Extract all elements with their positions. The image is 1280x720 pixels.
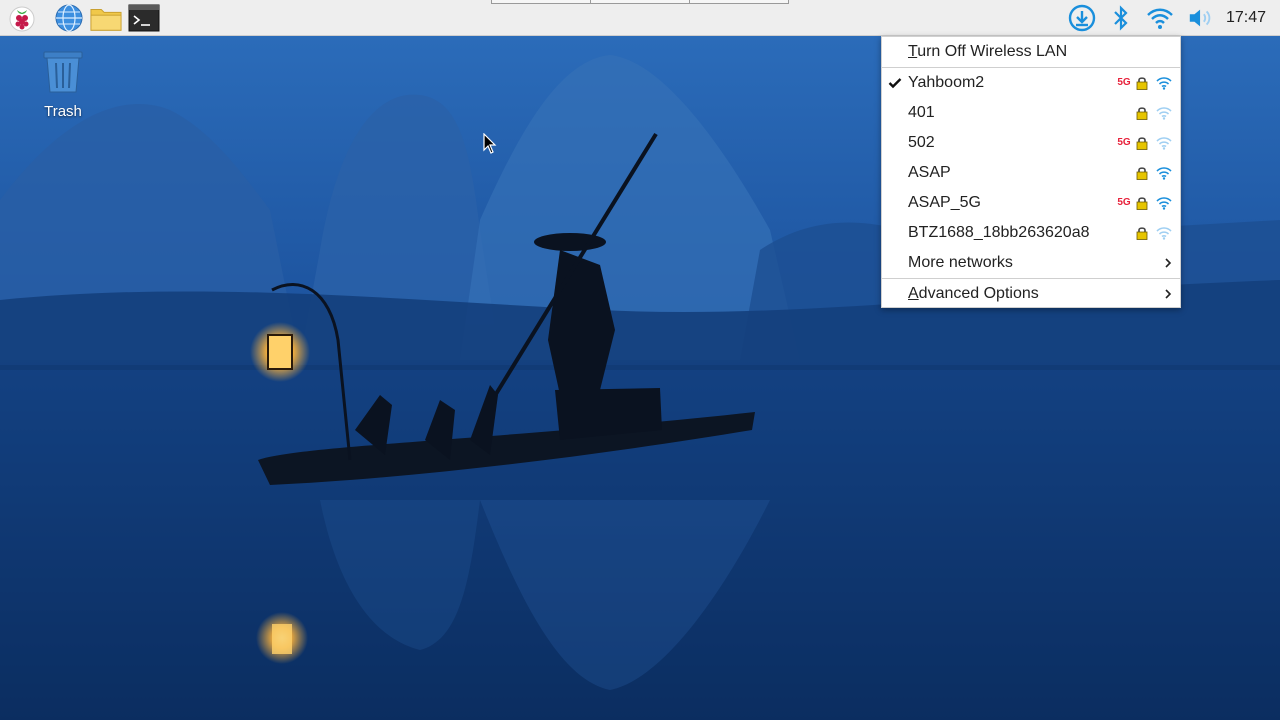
chevron-right-icon (1164, 279, 1172, 309)
advanced-options-item[interactable]: Advanced Options (882, 279, 1180, 309)
lock-icon (1136, 135, 1150, 151)
trash-desktop-icon[interactable]: Trash (30, 48, 96, 120)
bluetooth-icon[interactable] (1107, 4, 1135, 32)
wifi-signal-icon (1156, 165, 1174, 181)
checkmark-icon (888, 68, 904, 98)
lock-icon (1136, 75, 1150, 91)
wifi-signal-icon (1156, 225, 1174, 241)
more-networks-label: More networks (908, 254, 1013, 271)
network-badges: 5G (1114, 188, 1174, 218)
network-item[interactable]: 502 5G (882, 128, 1180, 158)
5g-badge: 5G (1117, 77, 1131, 88)
network-ssid: 502 (908, 134, 935, 151)
network-item[interactable]: ASAP (882, 158, 1180, 188)
taskbar-window-list[interactable] (491, 0, 789, 4)
network-badges: 5G (1114, 128, 1174, 158)
lock-icon (1136, 105, 1150, 121)
raspberry-menu-icon[interactable] (6, 2, 38, 34)
turn-off-wireless-lan-item[interactable]: Turn Off Wireless LAN (882, 37, 1180, 67)
volume-icon[interactable] (1187, 4, 1215, 32)
wifi-signal-icon (1156, 135, 1174, 151)
panel-clock[interactable]: 17:47 (1226, 0, 1266, 36)
5g-badge: 5G (1117, 197, 1131, 208)
lock-icon (1136, 225, 1150, 241)
terminal-icon[interactable] (128, 2, 160, 34)
mouse-cursor-icon (483, 133, 497, 154)
network-item[interactable]: ASAP_5G 5G (882, 188, 1180, 218)
chevron-right-icon (1164, 248, 1172, 278)
wifi-signal-icon (1156, 195, 1174, 211)
network-item[interactable]: 401 (882, 98, 1180, 128)
network-badges (1114, 158, 1174, 188)
wifi-signal-icon (1156, 75, 1174, 91)
network-ssid: BTZ1688_18bb263620a8 (908, 224, 1090, 241)
wifi-signal-icon (1156, 105, 1174, 121)
wifi-icon[interactable] (1146, 4, 1174, 32)
turn-off-accel: T (908, 43, 918, 60)
wifi-network-menu: Turn Off Wireless LAN Yahboom2 5G 401 502 5G… (881, 36, 1181, 308)
web-browser-icon[interactable] (53, 2, 85, 34)
5g-badge: 5G (1117, 137, 1131, 148)
trash-icon (43, 51, 83, 93)
trash-label: Trash (44, 103, 82, 120)
network-badges: 5G (1114, 68, 1174, 98)
network-badges (1114, 98, 1174, 128)
turn-off-label: urn Off Wireless LAN (917, 43, 1068, 60)
file-manager-icon[interactable] (90, 2, 122, 34)
network-item[interactable]: BTZ1688_18bb263620a8 (882, 218, 1180, 248)
network-item[interactable]: Yahboom2 5G (882, 68, 1180, 98)
network-badges (1114, 218, 1174, 248)
top-panel: 17:47 (0, 0, 1280, 36)
more-networks-item[interactable]: More networks (882, 248, 1180, 278)
network-ssid: ASAP (908, 164, 951, 181)
network-ssid: Yahboom2 (908, 74, 985, 91)
download-icon[interactable] (1068, 4, 1096, 32)
network-ssid: ASAP_5G (908, 194, 981, 211)
network-list: Yahboom2 5G 401 502 5G ASAP ASAP_5G 5G BTZ1688_1… (882, 68, 1180, 248)
advanced-accel: A (908, 285, 919, 302)
network-ssid: 401 (908, 104, 935, 121)
advanced-options-label: dvanced Options (918, 285, 1039, 302)
lock-icon (1136, 195, 1150, 211)
lock-icon (1136, 165, 1150, 181)
